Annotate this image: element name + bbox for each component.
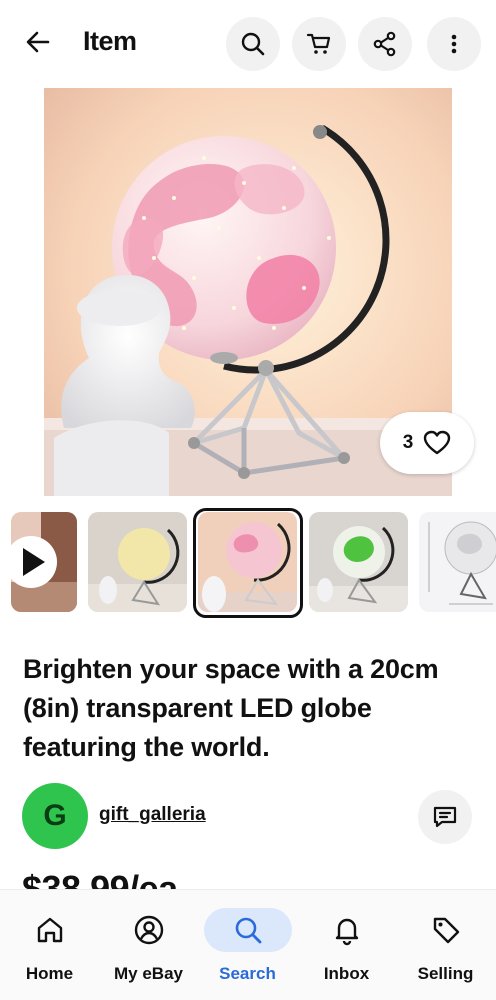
thumbnail-image-2[interactable] (88, 512, 187, 612)
seller-avatar[interactable]: G (22, 783, 88, 849)
chat-icon (433, 806, 457, 828)
nav-label-my-ebay: My eBay (114, 964, 183, 983)
nav-label-search: Search (219, 964, 276, 983)
nav-inbox[interactable]: Inbox (297, 890, 396, 1000)
bell-icon (335, 918, 358, 946)
top-app-bar: Item (0, 0, 496, 88)
bottom-navigation: Home My eBay Search Inbox Selling (0, 889, 496, 1000)
back-button[interactable] (18, 22, 58, 62)
watch-count: 3 (402, 432, 414, 453)
nav-selling[interactable]: Selling (396, 890, 495, 1000)
nav-search[interactable]: Search (198, 890, 297, 1000)
tag-icon (433, 917, 459, 944)
more-options-button[interactable] (427, 17, 481, 71)
heart-icon (424, 430, 451, 455)
message-seller-button[interactable] (418, 790, 472, 844)
nav-label-selling: Selling (417, 964, 474, 983)
search-icon (241, 32, 265, 56)
cart-button[interactable] (292, 17, 346, 71)
thumbnail-image-5[interactable] (419, 512, 496, 612)
search-button[interactable] (226, 17, 280, 71)
nav-my-ebay[interactable]: My eBay (99, 890, 198, 1000)
video-thumbnail[interactable] (11, 512, 77, 612)
page-title: Item (83, 26, 137, 56)
item-title: Brighten your space with a 20cm (8in) tr… (23, 654, 439, 762)
seller-name-link[interactable]: gift_galleria (99, 804, 206, 826)
account-icon (134, 915, 163, 945)
cart-icon (306, 33, 331, 54)
nav-home[interactable]: Home (0, 890, 99, 1000)
seller-initial: G (43, 799, 67, 832)
more-vertical-icon (451, 34, 457, 54)
share-button[interactable] (358, 17, 412, 71)
nav-label-inbox: Inbox (323, 964, 370, 983)
thumbnail-image-4[interactable] (309, 512, 408, 612)
selected-thumbnail-border (193, 508, 303, 618)
share-icon (373, 31, 396, 57)
search-icon (235, 917, 261, 944)
home-icon (37, 917, 62, 943)
back-arrow-icon (26, 31, 50, 53)
nav-label-home: Home (25, 964, 74, 983)
watch-button[interactable]: 3 (380, 412, 474, 474)
